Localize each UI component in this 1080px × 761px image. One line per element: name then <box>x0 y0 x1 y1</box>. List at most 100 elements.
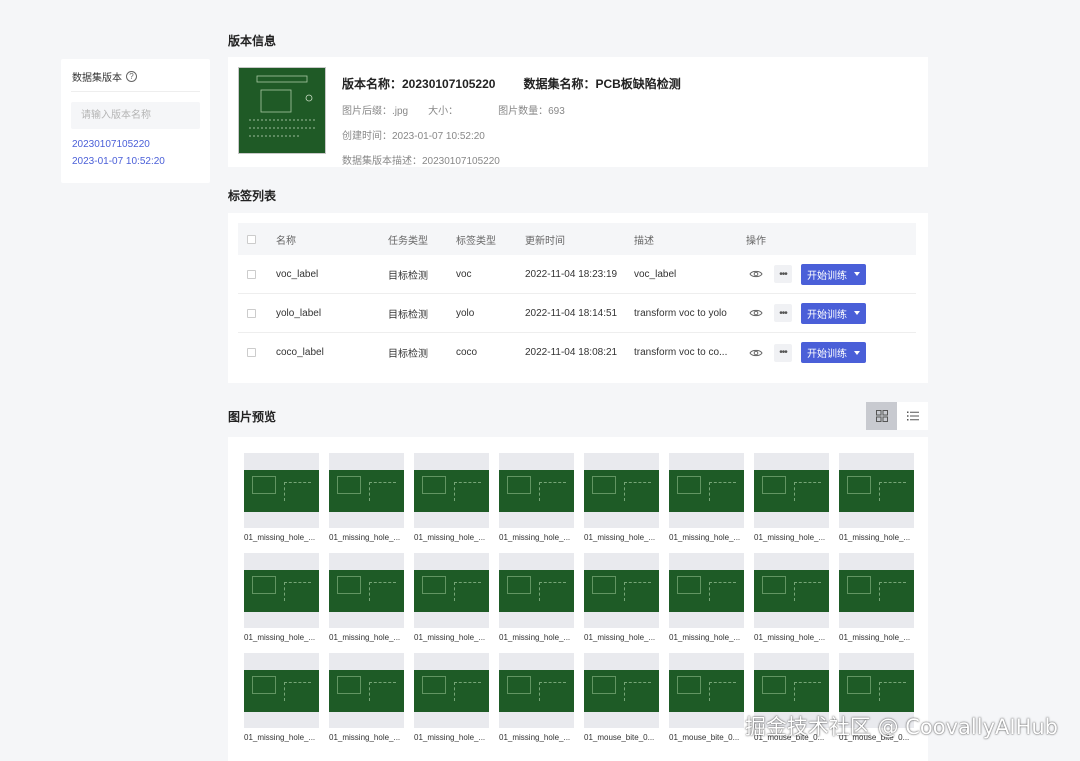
version-info-card: 版本名称：20230107105220 数据集名称：PCB板缺陷检测 图片后缀：… <box>228 57 928 167</box>
divider <box>71 91 200 92</box>
image-filename: 01_missing_hole_... <box>329 733 401 742</box>
image-tile[interactable]: 01_missing_hole_... <box>669 553 744 643</box>
start-training-button[interactable]: 开始训练 <box>801 263 866 285</box>
image-preview-title: 图片预览 <box>228 410 277 424</box>
table-row: coco_label 目标检测 coco 2022-11-04 18:08:21… <box>238 333 916 372</box>
image-thumbnail[interactable] <box>244 553 319 628</box>
column-header: 名称 <box>276 235 296 247</box>
table-row: voc_label 目标检测 voc 2022-11-04 18:23:19 v… <box>238 255 916 294</box>
image-tile[interactable]: 01_missing_hole_... <box>414 653 489 743</box>
image-filename: 01_missing_hole_... <box>669 533 741 542</box>
start-training-label: 开始训练 <box>807 270 847 282</box>
view-eye-icon[interactable] <box>747 304 765 322</box>
image-thumbnail[interactable] <box>329 453 404 528</box>
list-view-button[interactable] <box>897 402 928 430</box>
row-checkbox[interactable] <box>247 269 256 279</box>
image-tile[interactable]: 01_missing_hole_... <box>754 553 829 643</box>
grid-view-button[interactable] <box>866 402 897 430</box>
label-name: coco_label <box>276 347 324 358</box>
image-tile[interactable]: 01_missing_hole_... <box>499 553 574 643</box>
image-tile[interactable]: 01_missing_hole_... <box>584 453 659 543</box>
image-thumbnail[interactable] <box>499 453 574 528</box>
updated-time: 2022-11-04 18:08:21 <box>525 347 618 358</box>
image-thumbnail[interactable] <box>669 453 744 528</box>
table-row: yolo_label 目标检测 yolo 2022-11-04 18:14:51… <box>238 294 916 333</box>
image-thumbnail[interactable] <box>584 653 659 728</box>
view-eye-icon[interactable] <box>747 265 765 283</box>
image-thumbnail[interactable] <box>329 553 404 628</box>
image-thumbnail[interactable] <box>499 653 574 728</box>
pcb-image <box>244 569 319 612</box>
image-tile[interactable]: 01_missing_hole_... <box>414 453 489 543</box>
label-name: yolo_label <box>276 307 322 319</box>
image-filename: 01_missing_hole_... <box>839 533 911 542</box>
select-all-checkbox[interactable] <box>247 234 256 244</box>
image-tile[interactable]: 01_missing_hole_... <box>329 653 404 743</box>
image-thumbnail[interactable] <box>839 453 914 528</box>
image-filename: 01_missing_hole_... <box>414 733 486 742</box>
image-thumbnail[interactable] <box>584 453 659 528</box>
image-tile[interactable]: 01_missing_hole_... <box>329 553 404 643</box>
image-tile[interactable]: 01_missing_hole_... <box>839 453 914 543</box>
version-list-item[interactable]: 20230107105220 2023-01-07 10:52:20 <box>61 129 210 167</box>
pcb-image <box>584 669 659 712</box>
image-thumbnail[interactable] <box>499 553 574 628</box>
sidebar-title: 数据集版本 <box>72 73 122 84</box>
start-training-button[interactable]: 开始训练 <box>801 302 866 324</box>
task-type: 目标检测 <box>388 349 428 360</box>
image-tile[interactable]: 01_missing_hole_... <box>414 553 489 643</box>
image-thumbnail[interactable] <box>584 553 659 628</box>
view-eye-icon[interactable] <box>747 344 765 362</box>
image-thumbnail[interactable] <box>414 653 489 728</box>
image-thumbnail[interactable] <box>754 553 829 628</box>
help-icon[interactable]: ? <box>126 71 137 82</box>
pcb-image <box>329 569 404 612</box>
image-tile[interactable]: 01_missing_hole_... <box>329 453 404 543</box>
image-tile[interactable]: 01_missing_hole_... <box>499 653 574 743</box>
start-training-button[interactable]: 开始训练 <box>801 342 866 363</box>
column-header: 更新时间 <box>525 235 565 247</box>
column-header: 描述 <box>634 235 654 247</box>
image-tile[interactable]: 01_missing_hole_... <box>244 553 319 643</box>
more-icon[interactable]: ••• <box>774 265 792 283</box>
image-filename: 01_missing_hole_... <box>329 633 401 642</box>
image-tile[interactable]: 01_missing_hole_... <box>244 653 319 743</box>
image-tile[interactable]: 01_missing_hole_... <box>584 553 659 643</box>
pcb-image <box>244 469 319 512</box>
image-filename: 01_missing_hole_... <box>244 533 316 542</box>
image-tile[interactable]: 01_missing_hole_... <box>244 453 319 543</box>
image-filename: 01_missing_hole_... <box>244 633 316 642</box>
image-thumbnail[interactable] <box>414 453 489 528</box>
image-thumbnail[interactable] <box>669 553 744 628</box>
image-tile[interactable]: 01_missing_hole_... <box>499 453 574 543</box>
row-checkbox[interactable] <box>247 348 256 357</box>
version-search-input[interactable] <box>71 102 200 129</box>
image-thumbnail[interactable] <box>414 553 489 628</box>
image-tile[interactable]: 01_missing_hole_... <box>669 453 744 543</box>
image-filename: 01_missing_hole_... <box>414 633 486 642</box>
more-icon[interactable]: ••• <box>774 304 792 322</box>
image-thumbnail[interactable] <box>754 453 829 528</box>
pcb-image <box>414 569 489 612</box>
label-table: 名称 任务类型 标签类型 更新时间 描述 操作 voc_label 目标检测 v… <box>228 213 928 383</box>
pcb-thumbnail-icon <box>239 68 325 153</box>
image-thumbnail[interactable] <box>329 653 404 728</box>
row-checkbox[interactable] <box>247 308 256 318</box>
start-training-label: 开始训练 <box>807 309 847 321</box>
image-filename: 01_missing_hole_... <box>754 533 826 542</box>
label-description: transform voc to co... <box>634 347 728 358</box>
dataset-name-label: 数据集名称：PCB板缺陷检测 <box>523 77 681 91</box>
image-thumbnail[interactable] <box>244 653 319 728</box>
image-tile[interactable]: 01_missing_hole_... <box>754 453 829 543</box>
image-tile[interactable]: 01_mouse_bite_0... <box>584 653 659 743</box>
image-thumbnail[interactable] <box>669 653 744 728</box>
column-header: 任务类型 <box>388 235 428 247</box>
image-thumbnail[interactable] <box>839 553 914 628</box>
image-tile[interactable]: 01_missing_hole_... <box>839 553 914 643</box>
image-thumbnail[interactable] <box>244 453 319 528</box>
label-description: voc_label <box>634 268 677 280</box>
image-tile[interactable]: 01_mouse_bite_0... <box>669 653 744 743</box>
more-icon[interactable]: ••• <box>774 343 792 362</box>
caret-down-icon <box>854 272 860 276</box>
pcb-image <box>329 669 404 712</box>
